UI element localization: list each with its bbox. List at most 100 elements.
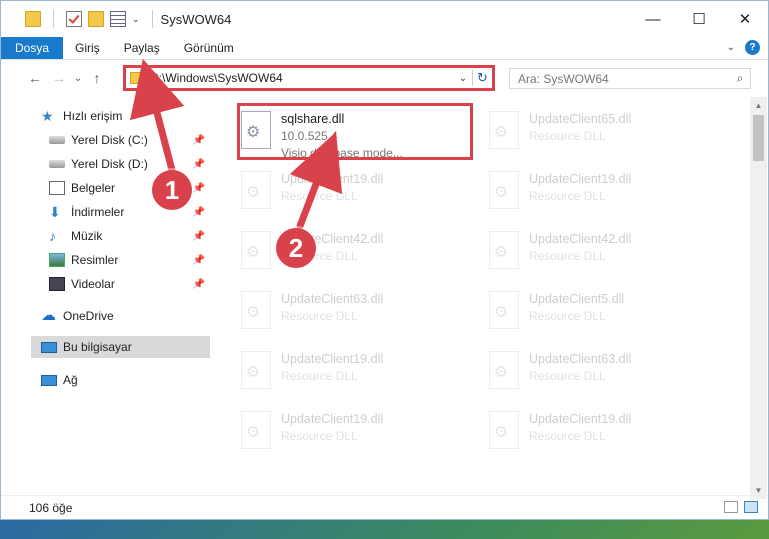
download-icon: ⬇ <box>49 204 61 220</box>
up-button[interactable]: ↑ <box>85 70 109 86</box>
explorer-window: ⌄ SysWOW64 — ☐ ✕ Dosya Giriş Paylaş Görü… <box>0 0 769 520</box>
address-dropdown-icon[interactable]: ⌄ <box>454 73 472 84</box>
sidebar-item-this-pc[interactable]: Bu bilgisayar <box>31 336 210 358</box>
window-controls: — ☐ ✕ <box>630 1 768 37</box>
file-description: Resource DLL <box>281 429 358 443</box>
file-highlight-box <box>237 103 473 160</box>
file-name: UpdateClient19.dll <box>529 412 632 426</box>
back-button[interactable]: ← <box>23 70 47 86</box>
pin-icon[interactable]: 📌 <box>193 159 205 170</box>
documents-icon <box>49 181 65 195</box>
maximize-button[interactable]: ☐ <box>676 1 722 37</box>
dll-file-icon <box>241 411 271 449</box>
sidebar-item-label: Müzik <box>71 229 103 243</box>
recent-locations-icon[interactable]: ⌄ <box>71 73 85 84</box>
file-name: UpdateClient19.dll <box>529 172 632 186</box>
sidebar-item-label: Yerel Disk (C:) <box>71 133 148 147</box>
list-item[interactable]: UpdateClient65.dll Resource DLL <box>471 105 711 159</box>
pin-icon[interactable]: 📌 <box>193 279 205 290</box>
sidebar-item-videos[interactable]: Videolar 📌 <box>49 273 209 295</box>
window-title: SysWOW64 <box>160 11 232 27</box>
computer-icon <box>41 341 57 353</box>
dll-file-icon <box>241 231 271 269</box>
sidebar-item-disk-d[interactable]: Yerel Disk (D:) 📌 <box>49 153 209 175</box>
disk-icon <box>49 160 65 168</box>
tab-view[interactable]: Görünüm <box>172 37 246 59</box>
title-bar: ⌄ SysWOW64 — ☐ ✕ <box>1 1 768 37</box>
pin-icon[interactable]: 📌 <box>193 183 205 194</box>
dll-file-icon <box>241 351 271 389</box>
scrollbar-thumb[interactable] <box>753 115 764 161</box>
star-icon: ★ <box>41 108 54 124</box>
close-button[interactable]: ✕ <box>722 1 768 37</box>
file-name: UpdateClient42.dll <box>529 232 632 246</box>
sidebar-item-label: Ağ <box>63 373 78 387</box>
list-item[interactable]: UpdateClient63.dll Resource DLL <box>223 285 463 339</box>
details-view-icon[interactable] <box>724 501 738 513</box>
customize-dropdown-icon[interactable]: ⌄ <box>132 14 140 25</box>
help-icon[interactable]: ? <box>745 40 760 55</box>
tab-file[interactable]: Dosya <box>1 37 64 59</box>
forward-button[interactable]: → <box>47 70 71 86</box>
folder-icon[interactable] <box>25 11 41 27</box>
list-item[interactable]: UpdateClient19.dll Resource DLL <box>223 405 463 459</box>
file-description: Resource DLL <box>281 309 358 323</box>
music-icon: ♪ <box>49 228 56 244</box>
step-1-badge: 1 <box>152 170 192 210</box>
file-description: Resource DLL <box>529 429 606 443</box>
sidebar-item-onedrive[interactable]: ☁ OneDrive <box>41 305 209 327</box>
pin-icon[interactable]: 📌 <box>193 207 205 218</box>
dll-file-icon <box>489 411 519 449</box>
sidebar-item-disk-c[interactable]: Yerel Disk (C:) 📌 <box>49 129 209 151</box>
minimize-button[interactable]: — <box>630 1 676 37</box>
network-icon <box>41 374 57 386</box>
sidebar-item-quick-access[interactable]: ★ Hızlı erişim <box>41 105 209 127</box>
disk-icon <box>49 136 65 144</box>
list-item[interactable]: UpdateClient63.dll Resource DLL <box>471 345 711 399</box>
sidebar-item-music[interactable]: ♪ Müzik 📌 <box>49 225 209 247</box>
search-icon[interactable]: ⌕ <box>730 71 750 86</box>
file-name: UpdateClient63.dll <box>529 352 632 366</box>
file-description: Resource DLL <box>529 249 606 263</box>
onedrive-icon: ☁ <box>41 307 56 324</box>
refresh-icon[interactable]: ↻ <box>472 70 492 86</box>
sidebar-item-label: Bu bilgisayar <box>63 340 132 354</box>
pin-icon[interactable]: 📌 <box>193 231 205 242</box>
large-icons-view-icon[interactable] <box>744 501 758 513</box>
customize-icon[interactable] <box>110 11 126 27</box>
sidebar-item-network[interactable]: Ağ <box>41 369 209 391</box>
ribbon-expand-icon[interactable]: ⌄ <box>727 42 735 53</box>
item-count: 106 öğe <box>29 500 73 515</box>
list-item[interactable]: UpdateClient5.dll Resource DLL <box>471 285 711 339</box>
videos-icon <box>49 277 65 291</box>
scroll-up-icon[interactable]: ▲ <box>750 97 767 114</box>
sidebar-item-pictures[interactable]: Resimler 📌 <box>49 249 209 271</box>
search-input[interactable]: Ara: SysWOW64 <box>518 72 730 86</box>
address-path[interactable]: C:\Windows\SysWOW64 <box>150 71 454 85</box>
vertical-scrollbar[interactable]: ▲ ▼ <box>750 97 767 499</box>
list-item[interactable]: UpdateClient19.dll Resource DLL <box>223 345 463 399</box>
pin-icon[interactable]: 📌 <box>193 135 205 146</box>
toolbar-divider <box>151 10 153 28</box>
list-item[interactable]: UpdateClient19.dll Resource DLL <box>471 405 711 459</box>
search-box[interactable]: Ara: SysWOW64 ⌕ <box>509 68 751 89</box>
list-item[interactable]: UpdateClient19.dll Resource DLL <box>223 165 463 219</box>
address-bar[interactable]: C:\Windows\SysWOW64 ⌄ ↻ <box>123 65 495 91</box>
dll-file-icon <box>489 111 519 149</box>
dll-file-icon <box>489 231 519 269</box>
list-item[interactable]: UpdateClient42.dllResource DLL <box>223 225 463 279</box>
dll-file-icon <box>489 291 519 329</box>
status-bar: 106 öğe <box>1 495 768 519</box>
navigation-pane: ★ Hızlı erişim Yerel Disk (C:) 📌 Yerel D… <box>1 97 211 497</box>
tab-home[interactable]: Giriş <box>63 37 112 59</box>
pin-icon[interactable]: 📌 <box>193 255 205 266</box>
list-item[interactable]: UpdateClient42.dll Resource DLL <box>471 225 711 279</box>
file-name: UpdateClient65.dll <box>529 112 632 126</box>
list-item[interactable]: UpdateClient19.dll Resource DLL <box>471 165 711 219</box>
file-description: Resource DLL <box>529 309 606 323</box>
properties-check-icon[interactable] <box>66 11 82 27</box>
ribbon-tabs: Dosya Giriş Paylaş Görünüm ⌄ ? <box>1 37 768 60</box>
new-folder-icon[interactable] <box>88 11 104 27</box>
tab-share[interactable]: Paylaş <box>112 37 172 59</box>
file-description: Resource DLL <box>529 129 606 143</box>
